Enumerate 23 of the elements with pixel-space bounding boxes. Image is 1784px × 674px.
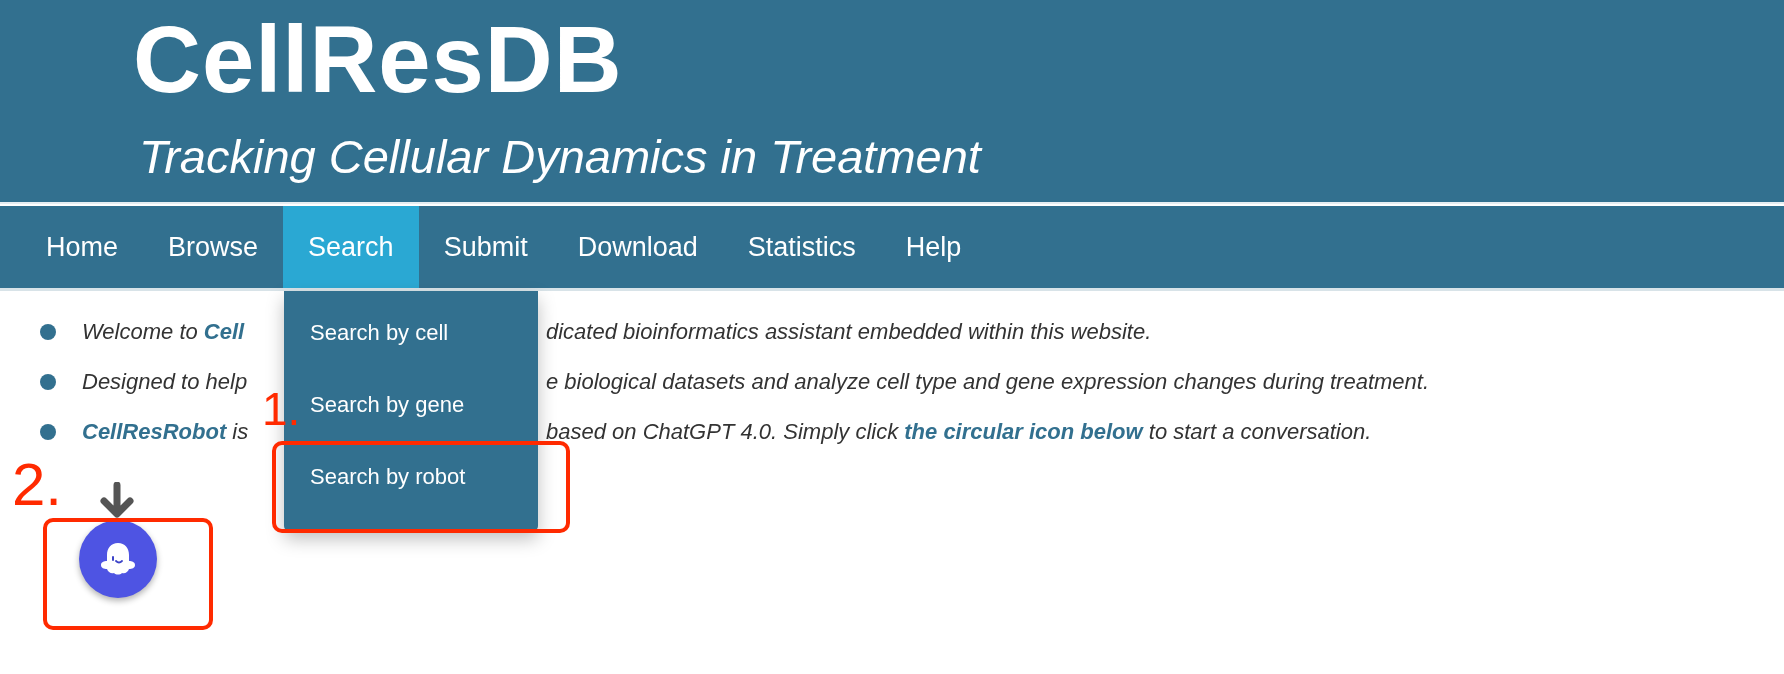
bullet-text: Designed to help <box>82 369 249 395</box>
bullet-icon <box>40 374 56 390</box>
chat-button[interactable] <box>79 520 157 598</box>
down-arrow-icon <box>97 482 137 518</box>
nav-item[interactable]: Home <box>21 206 144 288</box>
bullet-icon <box>40 424 56 440</box>
nav-item[interactable]: Statistics <box>722 206 881 288</box>
nav-item[interactable]: Help <box>880 206 987 288</box>
bullet-text: Welcome to Cell <box>82 319 246 345</box>
ghost-icon <box>98 541 138 577</box>
site-title: CellResDB <box>133 6 623 107</box>
nav-item[interactable]: Search <box>283 206 419 288</box>
dropdown-item[interactable]: Search by cell <box>284 305 539 377</box>
dropdown-item[interactable]: Search by robot <box>284 449 539 505</box>
nav-item[interactable]: Download <box>552 206 723 288</box>
bullet-text: CellResRobot is <box>82 419 250 445</box>
bullet-text: dicated bioinformatics assistant embedded within this website. <box>546 319 1153 345</box>
step-number: 2. <box>12 455 63 515</box>
nav-item[interactable]: Browse <box>143 206 284 288</box>
bullet-text: based on ChatGPT 4.0. Simply click the circular icon below to start a conversation. <box>546 419 1373 445</box>
bullet-text: e biological datasets and analyze cell type and gene expression changes during treatment. <box>546 369 1431 395</box>
nav-item[interactable]: Submit <box>418 206 553 288</box>
bullet-icon <box>40 324 56 340</box>
